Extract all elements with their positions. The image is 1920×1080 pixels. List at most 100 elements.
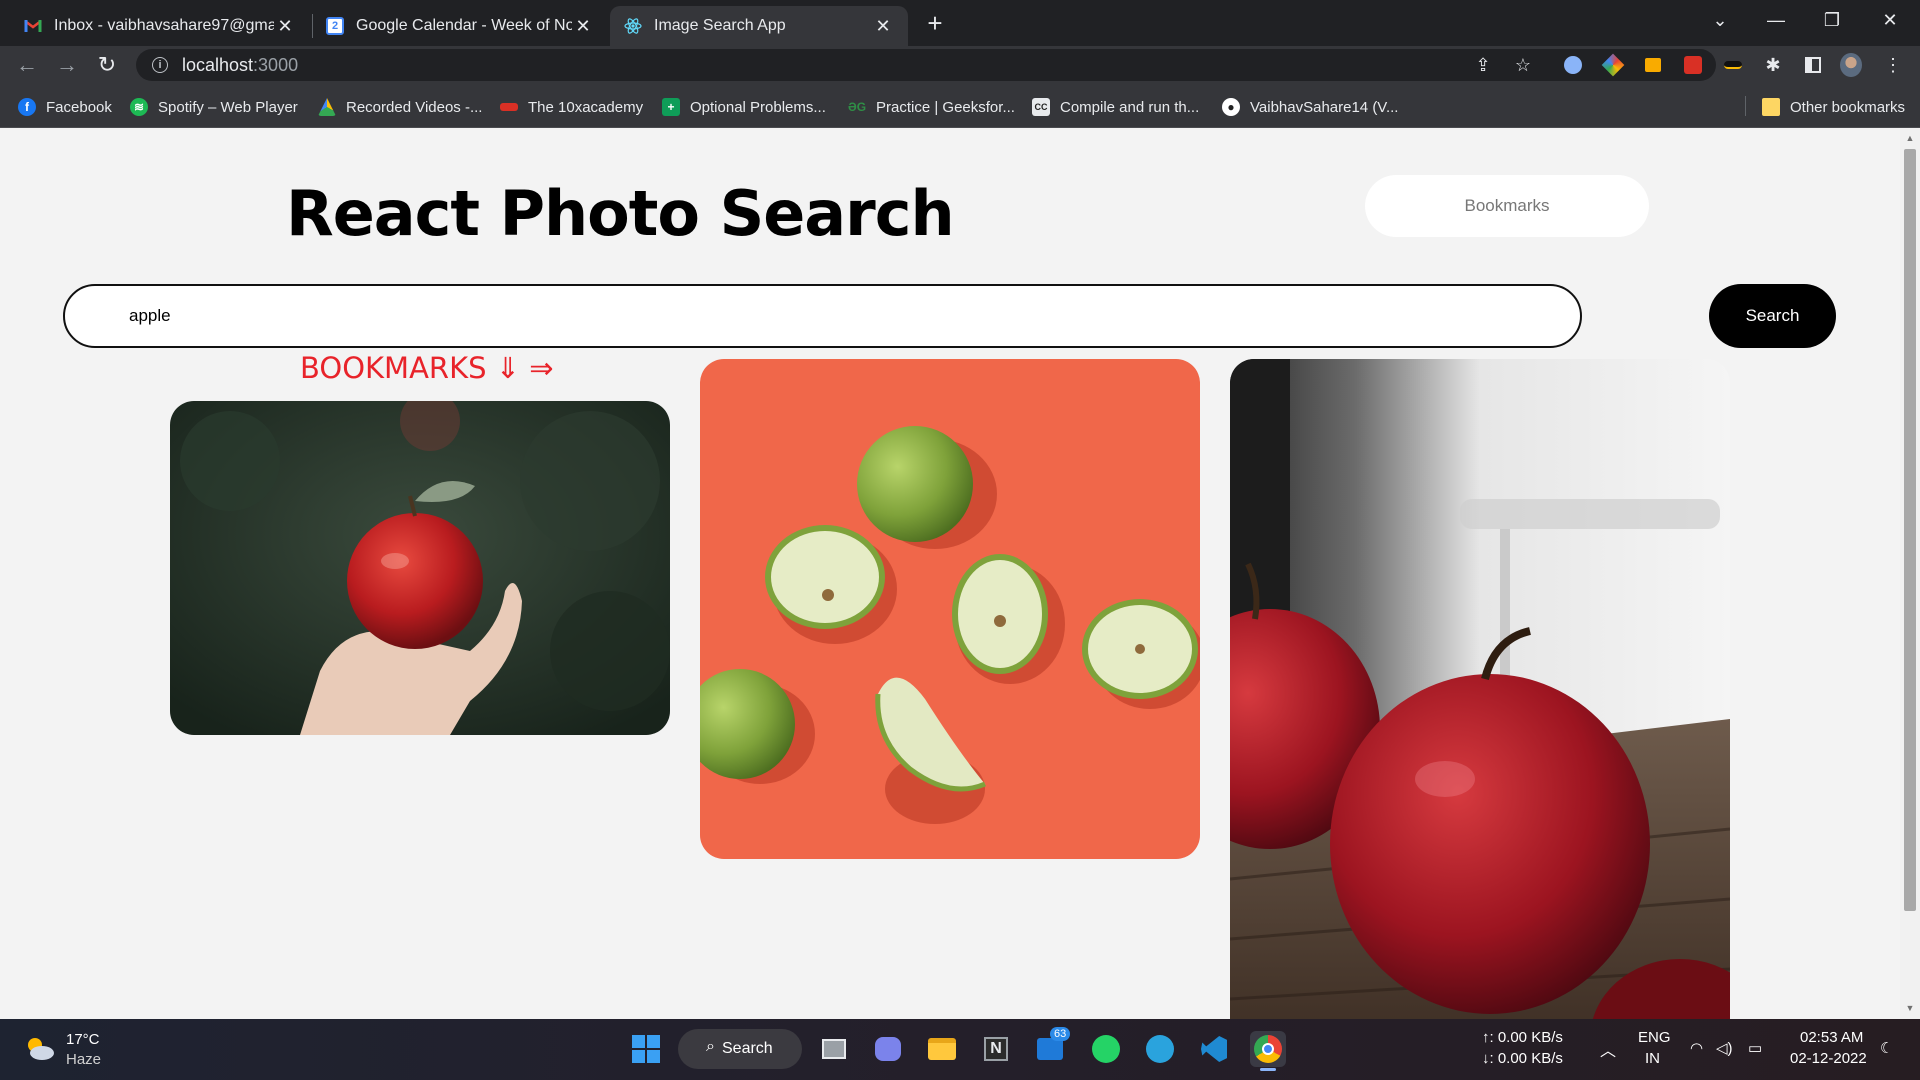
extension-notes-icon[interactable] (1642, 54, 1664, 76)
teams-chat-icon[interactable] (870, 1031, 906, 1067)
browser-toolbar: ← → ↻ i localhost:3000 ⇪ ☆ ✱ ⋮ (0, 46, 1920, 84)
clock-time[interactable]: 02:53 AM (1800, 1029, 1863, 1046)
bookmarks-divider (1745, 96, 1746, 116)
tab-image-search[interactable]: Image Search App ✕ (610, 6, 908, 46)
page-content: React Photo Search Bookmarks apple Searc… (0, 129, 1900, 1019)
battery-icon[interactable]: ▭ (1748, 1039, 1762, 1057)
page-title: React Photo Search (286, 177, 955, 250)
tab-title: Inbox - vaibhavsahare97@gmail. (54, 17, 274, 34)
tab-strip: Inbox - vaibhavsahare97@gmail. ✕ 2 Googl… (0, 0, 1920, 46)
side-panel-icon[interactable] (1802, 54, 1824, 76)
new-tab-button[interactable]: + (920, 8, 950, 38)
chrome-icon[interactable] (1250, 1031, 1286, 1071)
tab-search-icon[interactable]: ⌄ (1692, 0, 1748, 40)
search-button[interactable]: Search (1709, 284, 1836, 348)
bookmarks-button[interactable]: Bookmarks (1365, 175, 1649, 237)
bookmark-label: The 10xacademy (528, 98, 644, 116)
close-tab-icon[interactable]: ✕ (572, 15, 594, 37)
sheets-icon: + (662, 98, 680, 116)
wifi-icon[interactable]: ◠ (1690, 1039, 1703, 1057)
extensions-puzzle-icon[interactable]: ✱ (1762, 54, 1784, 76)
bookmark-10xacademy[interactable]: The 10xacademy (500, 96, 643, 118)
close-tab-icon[interactable]: ✕ (274, 15, 296, 37)
bookmark-label: Optional Problems... (690, 98, 826, 116)
volume-icon[interactable]: ◁) (1716, 1039, 1733, 1057)
other-bookmarks[interactable]: Other bookmarks (1762, 96, 1905, 118)
url-host: localhost (182, 54, 254, 75)
bookmark-label: Spotify – Web Player (158, 98, 298, 116)
tab-gmail[interactable]: Inbox - vaibhavsahare97@gmail. ✕ (10, 6, 310, 46)
extension-dark-icon[interactable] (1722, 54, 1744, 76)
start-windows-icon[interactable] (628, 1031, 664, 1067)
bookmark-github[interactable]: ● VaibhavSahare14 (V... (1222, 96, 1398, 118)
tab-calendar[interactable]: 2 Google Calendar - Week of Nove ✕ (312, 6, 608, 46)
cc-icon: CC (1032, 98, 1050, 116)
bookmark-recorded-videos[interactable]: Recorded Videos -... (318, 96, 482, 118)
mail-badge: 63 (1050, 1027, 1071, 1041)
photo-card-1[interactable] (170, 401, 670, 735)
weather-desc: Haze (66, 1051, 102, 1068)
task-view-icon[interactable] (816, 1031, 852, 1067)
extension-color-icon[interactable] (1601, 53, 1625, 77)
bookmark-label: Recorded Videos -... (346, 98, 483, 116)
taskbar: 17°C Haze ⌕ Search N 63 ↑: 0.00 KB/s ↓: … (0, 1019, 1920, 1080)
folder-icon (1762, 98, 1780, 116)
profile-avatar[interactable] (1840, 53, 1862, 77)
facebook-icon: f (18, 98, 36, 116)
tab-title: Google Calendar - Week of Nove (356, 17, 572, 34)
page-scrollbar[interactable]: ▲ ▼ (1900, 129, 1920, 1019)
extension-lens-icon[interactable] (1562, 54, 1584, 76)
telegram-icon[interactable] (1142, 1031, 1178, 1067)
bookmark-label: Facebook (46, 98, 112, 116)
bookmark-compile-run[interactable]: CC Compile and run th... (1032, 96, 1199, 118)
weather-icon[interactable] (22, 1033, 56, 1063)
show-hidden-icons-chevron-icon[interactable]: ︿ (1600, 1037, 1616, 1061)
scroll-down-icon[interactable]: ▼ (1904, 1003, 1916, 1015)
bookmark-optional-problems[interactable]: + Optional Problems... (662, 96, 826, 118)
bookmark-star-icon[interactable]: ☆ (1512, 54, 1534, 76)
share-icon[interactable]: ⇪ (1472, 54, 1494, 76)
photo-card-2[interactable] (700, 359, 1200, 859)
bookmark-facebook[interactable]: f Facebook (18, 96, 112, 118)
geeksforgeeks-icon: ƏG (847, 100, 867, 114)
active-app-indicator (1260, 1068, 1276, 1071)
react-icon (624, 17, 642, 35)
region-code: IN (1645, 1050, 1660, 1067)
calendar-icon: 2 (326, 17, 344, 35)
github-icon: ● (1222, 98, 1240, 116)
restore-button[interactable]: ❐ (1804, 0, 1860, 40)
file-explorer-icon[interactable] (924, 1031, 960, 1067)
reload-icon[interactable]: ↻ (92, 50, 122, 80)
scroll-up-icon[interactable]: ▲ (1904, 133, 1916, 145)
weather-temp: 17°C (66, 1031, 100, 1048)
back-icon[interactable]: ← (12, 50, 42, 80)
bookmark-label: Practice | Geeksfor... (876, 98, 1015, 116)
extension-gift-icon[interactable] (1682, 54, 1704, 76)
browser-menu-icon[interactable]: ⋮ (1882, 54, 1904, 76)
notion-icon[interactable]: N (978, 1031, 1014, 1067)
bookmark-label: Other bookmarks (1790, 98, 1906, 116)
mail-icon[interactable]: 63 (1032, 1027, 1071, 1067)
forward-icon[interactable]: → (52, 50, 82, 80)
scrollbar-thumb[interactable] (1904, 149, 1916, 911)
search-input[interactable]: apple (63, 284, 1582, 348)
bookmarks-bar: f Facebook ≋ Spotify – Web Player Record… (0, 84, 1920, 128)
tab-title: Image Search App (654, 17, 786, 34)
whatsapp-icon[interactable] (1088, 1031, 1124, 1067)
search-icon: ⌕ (706, 1038, 715, 1055)
photo-green-apples (700, 359, 1200, 859)
close-tab-icon[interactable]: ✕ (872, 15, 894, 37)
language-code[interactable]: ENG (1638, 1029, 1671, 1046)
bookmark-geeksforgeeks[interactable]: ƏG Practice | Geeksfor... (848, 96, 1015, 118)
site-info-icon[interactable]: i (152, 57, 168, 73)
minimize-button[interactable]: — (1748, 0, 1804, 40)
photo-card-3[interactable] (1230, 359, 1730, 1019)
notification-icon[interactable]: ☾ (1880, 1039, 1893, 1057)
bookmark-spotify[interactable]: ≋ Spotify – Web Player (130, 96, 298, 118)
google-drive-icon (318, 98, 336, 116)
close-window-button[interactable]: ✕ (1862, 0, 1918, 40)
url-port: :3000 (253, 54, 299, 75)
taskbar-search[interactable]: ⌕ Search (678, 1029, 802, 1069)
bookmarks-label[interactable]: BOOKMARKS ⇓ ⇒ (300, 351, 554, 385)
vscode-icon[interactable] (1196, 1031, 1232, 1067)
